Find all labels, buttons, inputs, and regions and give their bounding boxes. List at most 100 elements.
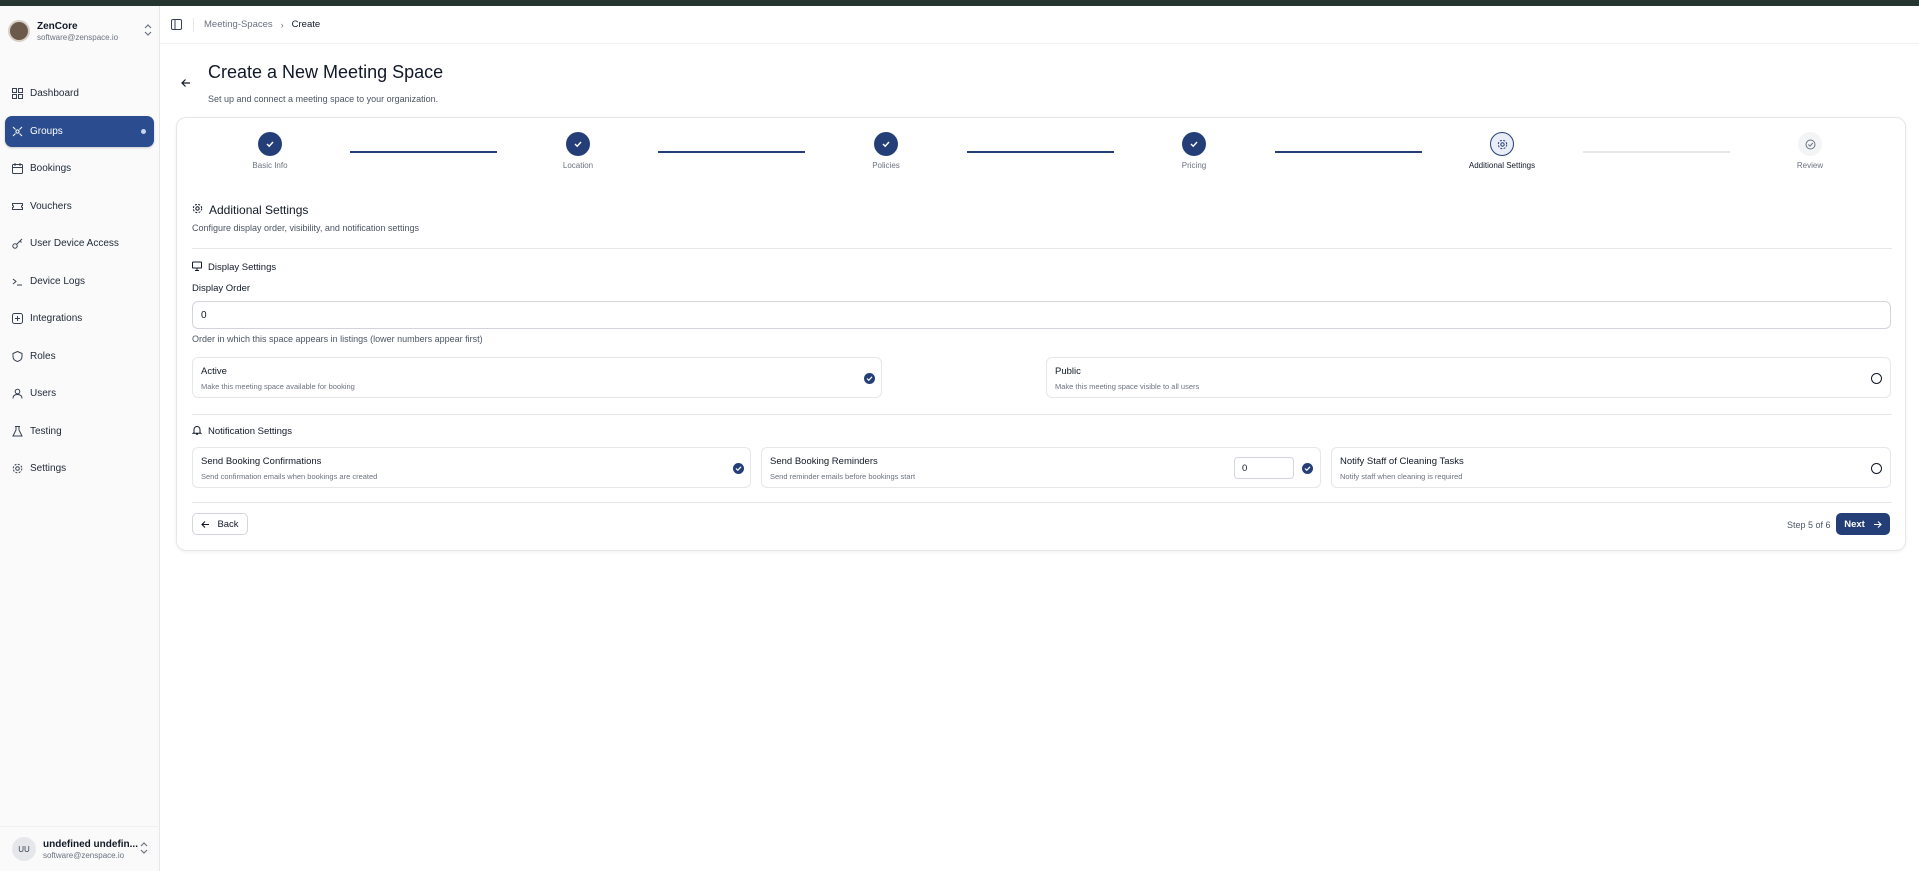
chevrons-up-down-icon [144, 24, 152, 38]
public-checkbox[interactable] [1871, 373, 1882, 384]
public-option[interactable]: Public Make this meeting space visible t… [1046, 357, 1891, 398]
back-arrow-icon[interactable] [181, 78, 191, 88]
users-icon [11, 388, 23, 400]
sidebar-item-label: Bookings [30, 163, 72, 174]
divider [192, 502, 1892, 503]
sidebar-item-label: Users [30, 388, 57, 399]
chevrons-up-down-icon [140, 842, 148, 856]
sidebar-item-roles[interactable]: Roles [5, 341, 154, 372]
dashboard-icon [11, 88, 23, 100]
top-header: Meeting-Spaces › Create [160, 6, 1919, 44]
sidebar-item-user-device-access[interactable]: User Device Access [5, 228, 154, 259]
back-button-label: Back [217, 518, 239, 530]
check-icon [1182, 132, 1206, 156]
user-name: undefined undefin... [43, 838, 138, 850]
breadcrumb-create: Create [291, 19, 321, 30]
section-header: Additional Settings [192, 203, 308, 217]
step-location[interactable]: Location [518, 132, 638, 170]
page-subtitle: Set up and connect a meeting space to yo… [208, 94, 439, 104]
step-connector [658, 151, 805, 153]
step-review[interactable]: Review [1750, 132, 1870, 170]
arrow-left-icon [201, 520, 210, 528]
sidebar-item-groups[interactable]: Groups [5, 115, 154, 147]
step-basic-info[interactable]: Basic Info [210, 132, 330, 170]
page-title: Create a New Meeting Space [208, 62, 444, 82]
active-option[interactable]: Active Make this meeting space available… [192, 357, 882, 398]
sidebar-toggle-icon[interactable] [171, 18, 183, 31]
check-circle-icon [1798, 132, 1822, 156]
option-description: Send confirmation emails when bookings a… [201, 472, 378, 481]
avatar: UU [12, 837, 36, 861]
section-title: Additional Settings [209, 203, 309, 217]
cleaning-notify-checkbox[interactable] [1871, 463, 1882, 474]
divider [192, 414, 1892, 415]
sidebar-item-dashboard[interactable]: Dashboard [5, 78, 154, 109]
sidebar-item-bookings[interactable]: Bookings [5, 153, 154, 184]
booking-confirmations-option[interactable]: Send Booking Confirmations Send confirma… [192, 447, 751, 488]
option-description: Make this meeting space visible to all u… [1055, 382, 1200, 391]
groups-icon [11, 125, 23, 137]
gear-icon [192, 203, 203, 217]
next-button-label: Next [1844, 518, 1865, 530]
sidebar-nav: Dashboard Groups Bookings Vouchers User … [5, 78, 154, 491]
sidebar-item-device-logs[interactable]: Device Logs [5, 266, 154, 297]
sidebar-item-settings[interactable]: Settings [5, 453, 154, 484]
arrow-right-icon [1873, 520, 1882, 528]
display-order-help: Order in which this space appears in lis… [192, 334, 483, 344]
display-order-label: Display Order [192, 283, 251, 294]
step-connector [350, 151, 497, 153]
step-label: Pricing [1181, 161, 1207, 170]
cleaning-notify-option[interactable]: Notify Staff of Cleaning Tasks Notify st… [1331, 447, 1891, 488]
key-icon [11, 238, 23, 250]
shield-icon [11, 350, 23, 362]
breadcrumb: Meeting-Spaces › Create [204, 19, 320, 30]
sidebar-item-integrations[interactable]: Integrations [5, 303, 154, 334]
check-icon [258, 132, 282, 156]
sidebar-item-label: Vouchers [30, 200, 72, 212]
step-label: Additional Settings [1468, 161, 1536, 170]
next-button[interactable]: Next [1836, 513, 1890, 535]
ticket-icon [11, 200, 23, 212]
org-name: ZenCore [37, 20, 78, 32]
booking-reminders-checkbox[interactable] [1302, 463, 1313, 474]
booking-confirmations-checkbox[interactable] [733, 463, 744, 474]
step-label: Review [1796, 161, 1824, 170]
option-description: Send reminder emails before bookings sta… [770, 472, 916, 481]
sidebar-item-users[interactable]: Users [5, 378, 154, 409]
option-title: Send Booking Confirmations [201, 456, 322, 467]
back-button[interactable]: Back [192, 513, 248, 535]
terminal-icon [11, 275, 23, 287]
step-connector [1275, 151, 1422, 153]
create-form-card: Basic Info Location Policies Pricing Add… [176, 117, 1906, 551]
gear-icon [11, 463, 23, 475]
header-divider [193, 17, 194, 32]
display-order-input[interactable] [192, 301, 1891, 329]
gear-icon [1490, 132, 1514, 156]
step-pricing[interactable]: Pricing [1134, 132, 1254, 170]
org-email: software@zenspace.io [37, 32, 119, 42]
section-description: Configure display order, visibility, and… [192, 223, 419, 233]
check-icon [874, 132, 898, 156]
booking-reminders-option[interactable]: Send Booking Reminders Send reminder ema… [761, 447, 1321, 488]
notification-settings-header: Notification Settings [191, 425, 292, 438]
sidebar-item-label: Testing [30, 425, 62, 437]
sidebar-item-label: Device Logs [30, 275, 86, 287]
sidebar-item-label: Integrations [30, 313, 83, 324]
step-policies[interactable]: Policies [826, 132, 946, 170]
reminder-hours-input[interactable] [1234, 457, 1294, 479]
sidebar-item-vouchers[interactable]: Vouchers [5, 191, 154, 222]
step-counter: Step 5 of 6 [1787, 520, 1831, 530]
breadcrumb-meeting-spaces[interactable]: Meeting-Spaces [204, 19, 273, 30]
sidebar-item-label: Dashboard [30, 88, 79, 99]
sidebar-item-label: Roles [30, 350, 56, 362]
sidebar-item-testing[interactable]: Testing [5, 416, 154, 447]
active-checkbox[interactable] [864, 373, 875, 384]
org-switcher[interactable]: ZenCore software@zenspace.io [8, 16, 152, 46]
chevron-right-icon: › [280, 19, 284, 30]
step-additional-settings[interactable]: Additional Settings [1442, 132, 1562, 170]
user-email: software@zenspace.io [43, 850, 125, 860]
user-menu[interactable]: UU undefined undefin... software@zenspac… [0, 826, 160, 871]
monitor-icon [192, 261, 202, 274]
display-settings-header: Display Settings [192, 261, 276, 274]
sidebar-item-label: Groups [30, 125, 63, 137]
